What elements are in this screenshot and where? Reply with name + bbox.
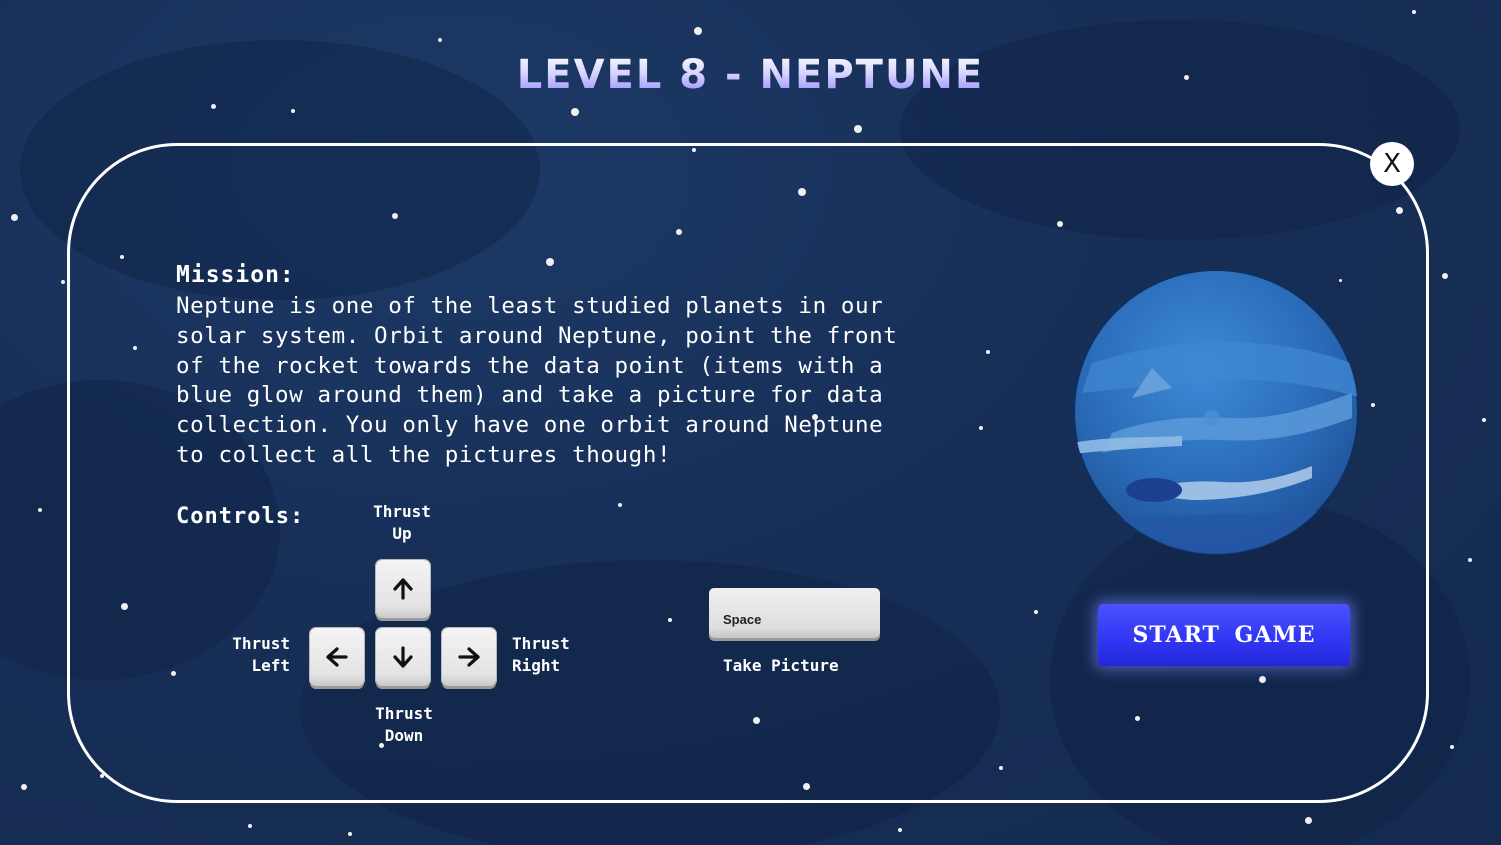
left-arrow-key[interactable] — [310, 628, 364, 686]
star — [1304, 816, 1312, 824]
start-game-button[interactable]: START GAME — [1098, 604, 1350, 666]
star — [1482, 418, 1486, 422]
arrow-up-icon — [393, 578, 413, 600]
star — [694, 27, 702, 35]
star — [1412, 10, 1416, 14]
star — [61, 280, 65, 284]
star — [854, 125, 862, 133]
take-picture-label: Take Picture — [723, 656, 839, 675]
star — [210, 103, 216, 109]
right-arrow-key[interactable] — [442, 628, 496, 686]
level-title: LEVEL 8 - NEPTUNE — [0, 52, 1501, 98]
star — [1468, 558, 1472, 562]
star — [38, 508, 42, 512]
neptune-planet-icon — [1073, 269, 1359, 555]
star — [248, 824, 252, 828]
star — [291, 109, 295, 113]
mission-heading: Mission: — [176, 262, 295, 288]
star — [348, 832, 352, 836]
space-background: LEVEL 8 - NEPTUNE X Mission: Neptune is … — [0, 0, 1501, 845]
star — [21, 784, 27, 790]
arrow-down-icon — [393, 646, 413, 668]
star — [1442, 273, 1448, 279]
star — [1450, 745, 1454, 749]
star — [898, 828, 902, 832]
down-arrow-key[interactable] — [376, 628, 430, 686]
star — [10, 213, 18, 221]
thrust-right-label: Thrust Right — [512, 634, 570, 675]
star — [438, 38, 442, 42]
arrow-left-icon — [326, 647, 348, 667]
thrust-up-label: Thrust Up — [373, 502, 431, 543]
space-key[interactable]: Space — [709, 588, 880, 638]
up-arrow-key[interactable] — [376, 560, 430, 618]
arrow-right-icon — [458, 647, 480, 667]
star — [571, 108, 579, 116]
space-key-label: Space — [723, 612, 762, 627]
close-button[interactable]: X — [1370, 142, 1414, 186]
controls-heading: Controls: — [176, 504, 305, 529]
mission-description: Neptune is one of the least studied plan… — [176, 293, 898, 468]
thrust-down-label: Thrust Down — [375, 704, 433, 745]
thrust-left-label: Thrust Left — [232, 634, 290, 675]
